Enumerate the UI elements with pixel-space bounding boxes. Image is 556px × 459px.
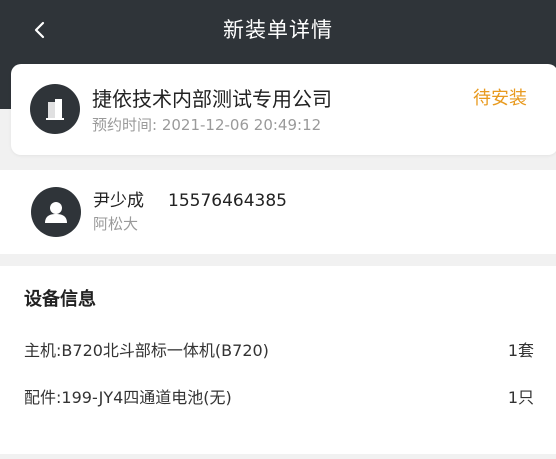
device-quantity: 1只 xyxy=(507,388,534,407)
section-title: 设备信息 xyxy=(24,289,96,310)
device-row-accessory: 配件: 199-JY4四通道电池(无) 1只 xyxy=(24,387,534,411)
company-avatar xyxy=(30,84,80,134)
page-title: 新装单详情 xyxy=(223,18,333,42)
user-icon xyxy=(45,202,67,223)
contact-section: 尹少成 15576464385 阿松大 xyxy=(0,170,556,254)
contact-name: 尹少成 xyxy=(93,191,144,211)
status-badge: 待安装 xyxy=(473,88,527,109)
device-row-host: 主机: B720北斗部标一体机(B720) 1套 xyxy=(24,340,534,364)
device-info-section: 设备信息 主机: B720北斗部标一体机(B720) 1套 配件: 199-JY… xyxy=(0,266,556,454)
building-icon xyxy=(46,99,64,120)
device-name: B720北斗部标一体机(B720) xyxy=(61,341,269,360)
device-name: 199-JY4四通道电池(无) xyxy=(61,388,232,407)
contact-subtext: 阿松大 xyxy=(93,215,139,233)
company-name: 捷依技术内部测试专用公司 xyxy=(92,87,332,111)
contact-avatar xyxy=(31,187,81,237)
order-summary-card: 捷依技术内部测试专用公司 预约时间: 2021-12-06 20:49:12 待… xyxy=(11,64,556,155)
appointment-label: 预约时间: xyxy=(92,116,158,134)
device-label: 主机: xyxy=(24,341,62,360)
contact-phone[interactable]: 15576464385 xyxy=(168,190,287,213)
device-label: 配件: xyxy=(24,388,62,407)
device-quantity: 1套 xyxy=(507,341,534,360)
appointment-time: 预约时间: 2021-12-06 20:49:12 xyxy=(92,115,321,135)
appointment-value: 2021-12-06 20:49:12 xyxy=(161,116,322,134)
